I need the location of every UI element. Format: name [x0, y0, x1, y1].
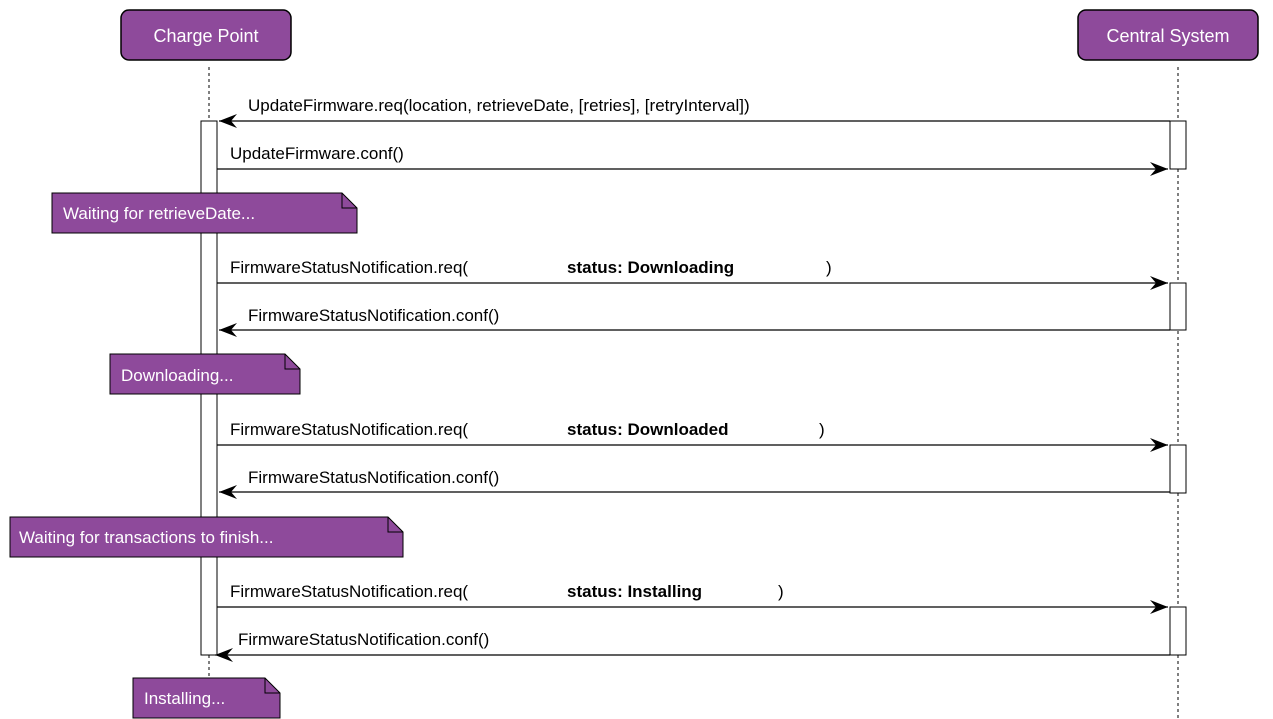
message-label: FirmwareStatusNotification.conf() — [248, 468, 499, 487]
message-status: status: Downloading — [567, 258, 734, 277]
message-label: FirmwareStatusNotification.req( — [230, 258, 468, 277]
message-suffix: ) — [819, 420, 825, 439]
note-label: Installing... — [144, 689, 225, 708]
note-downloading: Downloading... — [109, 353, 301, 395]
message-label: FirmwareStatusNotification.conf() — [238, 630, 489, 649]
sequence-diagram: Charge Point Central System UpdateFirmwa… — [9, 9, 1259, 719]
actor-charge-point-label: Charge Point — [153, 26, 258, 46]
message-label: UpdateFirmware.req(location, retrieveDat… — [248, 96, 750, 115]
message-status-downloaded-conf: FirmwareStatusNotification.conf() — [219, 468, 1170, 499]
activation-central-system-2 — [1169, 282, 1187, 331]
message-suffix: ) — [778, 582, 784, 601]
actor-charge-point: Charge Point — [120, 9, 292, 61]
activation-central-system-3 — [1169, 444, 1187, 494]
message-update-firmware-req: UpdateFirmware.req(location, retrieveDat… — [219, 96, 1170, 128]
message-suffix: ) — [826, 258, 832, 277]
message-status-downloading-req: FirmwareStatusNotification.req( status: … — [217, 258, 1168, 290]
message-label: UpdateFirmware.conf() — [230, 144, 404, 163]
message-status-installing-req: FirmwareStatusNotification.req( status: … — [217, 582, 1168, 614]
message-label: FirmwareStatusNotification.conf() — [248, 306, 499, 325]
message-label: FirmwareStatusNotification.req( — [230, 582, 468, 601]
message-status-downloading-conf: FirmwareStatusNotification.conf() — [219, 306, 1170, 337]
note-label: Waiting for retrieveDate... — [63, 204, 255, 223]
note-label: Waiting for transactions to finish... — [19, 528, 273, 547]
message-status-downloaded-req: FirmwareStatusNotification.req( status: … — [217, 420, 1168, 452]
actor-central-system-label: Central System — [1106, 26, 1229, 46]
message-status-installing-conf: FirmwareStatusNotification.conf() — [215, 630, 1170, 662]
note-label: Downloading... — [121, 366, 233, 385]
message-label: FirmwareStatusNotification.req( — [230, 420, 468, 439]
message-status: status: Installing — [567, 582, 702, 601]
actor-central-system: Central System — [1077, 9, 1259, 61]
message-update-firmware-conf: UpdateFirmware.conf() — [217, 144, 1168, 176]
message-status: status: Downloaded — [567, 420, 729, 439]
note-installing: Installing... — [132, 677, 281, 719]
activation-central-system-4 — [1169, 606, 1187, 656]
activation-central-system-1 — [1169, 120, 1187, 170]
note-waiting-retrieve-date: Waiting for retrieveDate... — [51, 192, 358, 234]
note-waiting-transactions: Waiting for transactions to finish... — [9, 516, 404, 558]
